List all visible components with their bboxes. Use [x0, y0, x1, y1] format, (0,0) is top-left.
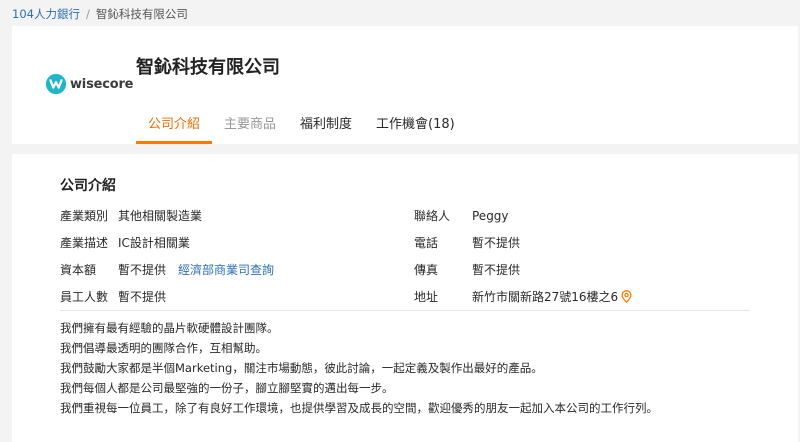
info-value: 暫不提供: [472, 263, 521, 277]
info-row-fax: 傳真 暫不提供: [414, 261, 520, 278]
info-label: 員工人數: [60, 290, 109, 304]
info-label: 電話: [414, 236, 439, 250]
info-value: 暫不提供: [118, 263, 167, 277]
info-value: IC設計相關業: [118, 236, 190, 250]
info-label: 資本額: [60, 263, 97, 277]
company-logo: wisecore: [45, 73, 133, 95]
description-line: 我們鼓勵大家都是半個Marketing，關注市場動態，彼此討論，一起定義及製作出…: [60, 361, 543, 375]
company-tabs: 公司介紹 主要商品 福利制度 工作機會(18): [136, 110, 467, 144]
info-label: 地址: [414, 290, 439, 304]
info-row-employees: 員工人數 暫不提供: [60, 288, 166, 305]
info-value: 其他相關製造業: [118, 209, 203, 223]
tab-company-intro[interactable]: 公司介紹: [136, 110, 213, 144]
info-value: 暫不提供: [472, 236, 521, 250]
info-label: 傳真: [414, 263, 439, 277]
breadcrumb: 104人力銀行 / 智鈊科技有限公司: [12, 6, 188, 22]
breadcrumb-current: 智鈊科技有限公司: [95, 7, 188, 21]
breadcrumb-separator: /: [85, 7, 90, 21]
wisecore-logo-icon: [45, 73, 67, 95]
company-header: wisecore 智鈊科技有限公司 公司介紹 主要商品 福利制度 工作機會(18…: [12, 26, 798, 144]
map-pin-icon[interactable]: [621, 290, 632, 303]
tab-benefits[interactable]: 福利制度: [288, 110, 364, 144]
info-row-contact: 聯絡人 Peggy: [414, 207, 509, 224]
tab-main-products[interactable]: 主要商品: [212, 110, 288, 144]
info-row-capital: 資本額 暫不提供 經濟部商業司查詢: [60, 261, 274, 278]
info-value: Peggy: [472, 208, 509, 223]
description-line: 我們倡導最透明的團隊合作，互相幫助。: [60, 341, 267, 355]
info-row-industry-desc: 產業描述 IC設計相關業: [60, 234, 190, 251]
moea-lookup-link[interactable]: 經濟部商業司查詢: [178, 261, 274, 278]
info-label: 聯絡人: [414, 209, 451, 223]
description-line: 我們每個人都是公司最堅強的一份子，腳立腳堅實的邁出每一步。: [60, 381, 394, 395]
section-title: 公司介紹: [60, 178, 116, 194]
info-row-phone: 電話 暫不提供: [414, 234, 520, 251]
description-line: 我們擁有最有經驗的晶片軟硬體設計團隊。: [60, 321, 279, 335]
info-row-industry: 產業類別 其他相關製造業: [60, 207, 202, 224]
info-value: 暫不提供: [118, 290, 167, 304]
info-label: 產業描述: [60, 236, 109, 250]
tab-job-openings[interactable]: 工作機會(18): [364, 110, 467, 144]
divider: [60, 310, 750, 311]
description-line: 我們重視每一位員工，除了有良好工作環境，也提供學習及成長的空間，歡迎優秀的朋友一…: [60, 401, 658, 415]
info-label: 產業類別: [60, 209, 109, 223]
company-intro-panel: 公司介紹 產業類別 其他相關製造業 產業描述 IC設計相關業 資本額 暫不提供 …: [12, 154, 798, 442]
info-row-address: 地址 新竹市關新路27號16樓之6: [414, 288, 632, 305]
address-value: 新竹市關新路27號16樓之6: [472, 290, 619, 304]
breadcrumb-home-link[interactable]: 104人力銀行: [12, 6, 80, 22]
company-name: 智鈊科技有限公司: [136, 57, 280, 78]
logo-text: wisecore: [70, 76, 134, 92]
company-description: 我們擁有最有經驗的晶片軟硬體設計團隊。 我們倡導最透明的團隊合作，互相幫助。 我…: [60, 318, 760, 418]
